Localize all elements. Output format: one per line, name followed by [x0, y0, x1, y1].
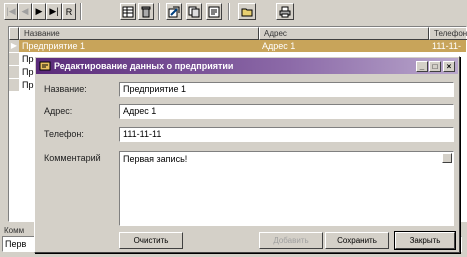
- memo-scroll-button[interactable]: [442, 153, 452, 163]
- filter-button[interactable]: [206, 3, 222, 20]
- edit-record-icon: [168, 6, 180, 17]
- address-label: Адрес:: [44, 106, 73, 116]
- edit-dialog: Редактирование данных о предприятии _ □ …: [34, 56, 460, 253]
- print-button[interactable]: [276, 3, 294, 20]
- delete-button[interactable]: [138, 3, 154, 20]
- copy-record-button[interactable]: [186, 3, 202, 20]
- last-record-button[interactable]: ▶|: [46, 3, 62, 20]
- cell-name: Предприятие 1: [22, 41, 85, 51]
- filter-icon: [208, 6, 220, 17]
- phone-label: Телефон:: [44, 129, 84, 139]
- toolbar-separator: [228, 3, 230, 20]
- copy-record-icon: [188, 6, 200, 17]
- minimize-button[interactable]: _: [416, 61, 428, 72]
- address-input[interactable]: Адрес 1: [119, 104, 454, 119]
- cell-phone: 111-11-: [432, 41, 462, 51]
- comment-memo-label: Комментарий: [44, 153, 101, 163]
- table-icon: [122, 6, 134, 17]
- row-indicator: [9, 79, 19, 91]
- phone-input[interactable]: 111-11-11: [119, 127, 454, 142]
- row-indicator: ▶: [9, 40, 19, 52]
- folder-icon: [241, 8, 253, 16]
- column-header-address[interactable]: Адрес: [259, 27, 429, 40]
- clear-button[interactable]: Очистить: [119, 232, 183, 249]
- name-input[interactable]: Предприятие 1: [119, 82, 454, 97]
- dialog-titlebar[interactable]: Редактирование данных о предприятии _ □ …: [36, 58, 458, 74]
- comment-memo[interactable]: Первая запись!: [119, 151, 454, 226]
- table-button[interactable]: [120, 3, 136, 20]
- grid-corner: [9, 27, 19, 40]
- next-record-button[interactable]: ▶: [32, 3, 46, 20]
- maximize-button[interactable]: □: [429, 61, 441, 72]
- toolbar: |◀ ◀ ▶ ▶| R: [0, 0, 467, 26]
- refresh-button[interactable]: R: [62, 3, 76, 20]
- edit-record-button[interactable]: [166, 3, 182, 20]
- save-button[interactable]: Сохранить: [325, 232, 389, 249]
- row-indicator: [9, 53, 19, 65]
- app-icon: [39, 61, 51, 71]
- toolbar-separator: [158, 3, 160, 20]
- row-indicator: [9, 66, 19, 78]
- comment-memo-text: Первая запись!: [123, 154, 188, 164]
- grid-header: Название Адрес Телефон: [9, 27, 467, 40]
- add-button[interactable]: Добавить: [259, 232, 323, 249]
- comment-label: Комм: [4, 226, 25, 235]
- table-row[interactable]: ▶ Предприятие 1 Адрес 1 111-11-: [9, 40, 466, 52]
- column-header-name[interactable]: Название: [19, 27, 259, 40]
- prev-record-button[interactable]: ◀: [18, 3, 32, 20]
- close-button[interactable]: Закрыть: [394, 231, 456, 250]
- dialog-title: Редактирование данных о предприятии: [54, 61, 234, 71]
- column-header-phone[interactable]: Телефон: [429, 27, 467, 40]
- trash-icon: [141, 6, 151, 17]
- print-icon: [279, 6, 291, 17]
- open-folder-button[interactable]: [238, 3, 256, 20]
- cell-address: Адрес 1: [262, 41, 296, 51]
- first-record-button[interactable]: |◀: [4, 3, 18, 20]
- toolbar-separator: [80, 3, 82, 20]
- name-label: Название:: [44, 84, 87, 94]
- close-window-button[interactable]: ×: [443, 61, 455, 72]
